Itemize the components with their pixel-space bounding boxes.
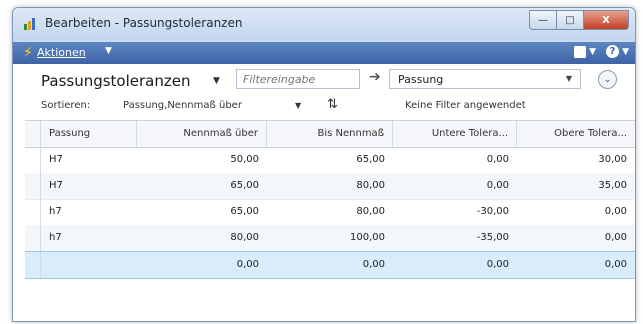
table-row[interactable]: h7 65,00 80,00 -30,00 0,00	[25, 199, 635, 226]
cell-untere-toleranz[interactable]: 0,00	[393, 173, 517, 199]
action-bar-tools: ▼ ? ▼	[574, 45, 629, 58]
table-row[interactable]: H7 65,00 80,00 0,00 35,00	[25, 173, 635, 200]
actions-menu[interactable]: Aktionen	[37, 46, 86, 59]
expand-filter-button[interactable]: ⌄	[598, 70, 617, 89]
row-selector[interactable]	[25, 225, 41, 251]
data-grid: Passung Nennmaß über Bis Nennmaß Untere …	[25, 120, 635, 321]
column-header-bis-nennmass[interactable]: Bis Nennmaß	[267, 121, 393, 147]
cell-nennmass-ueber[interactable]: 80,00	[137, 225, 267, 251]
maximize-button[interactable]: □	[556, 10, 583, 30]
help-caret-icon: ▼	[622, 46, 629, 57]
cell-nennmass-ueber[interactable]: 65,00	[137, 199, 267, 225]
row-selector[interactable]	[25, 252, 41, 278]
cell-obere-toleranz[interactable]: 0,00	[517, 225, 635, 251]
cell-passung[interactable]: H7	[41, 147, 137, 173]
cell-passung[interactable]: H7	[41, 173, 137, 199]
column-header-nennmass-ueber[interactable]: Nennmaß über	[137, 121, 267, 147]
sort-direction-icon[interactable]: ⇅	[327, 97, 338, 112]
grid-header: Passung Nennmaß über Bis Nennmaß Untere …	[25, 121, 635, 148]
sort-label: Sortieren:	[41, 100, 91, 111]
cell-passung[interactable]: h7	[41, 225, 137, 251]
filter-status: Keine Filter angewendet	[405, 100, 526, 111]
cell-obere-toleranz[interactable]: 30,00	[517, 147, 635, 173]
cell-untere-toleranz[interactable]: -35,00	[393, 225, 517, 251]
cell-bis-nennmass[interactable]: 80,00	[267, 199, 393, 225]
actions-caret-icon[interactable]: ▼	[105, 46, 112, 56]
layout-menu-button[interactable]: ▼	[574, 45, 596, 58]
new-entry-row[interactable]: 0,00 0,00 0,00 0,00	[25, 251, 635, 279]
sort-row: Sortieren: Passung,Nennmaß über ▼ ⇅ Kein…	[13, 96, 635, 118]
cell-passung[interactable]	[41, 252, 137, 278]
apply-filter-arrow-icon[interactable]: ➔	[369, 69, 381, 85]
chevron-down-icon: ▼	[565, 74, 572, 83]
row-selector[interactable]	[25, 147, 41, 173]
cell-untere-toleranz[interactable]: -30,00	[393, 199, 517, 225]
cell-passung[interactable]: h7	[41, 199, 137, 225]
cell-bis-nennmass[interactable]: 80,00	[267, 173, 393, 199]
cell-nennmass-ueber[interactable]: 0,00	[137, 252, 267, 278]
window-title: Bearbeiten - Passungstoleranzen	[45, 16, 243, 30]
cell-obere-toleranz[interactable]: 0,00	[517, 252, 635, 278]
row-selector[interactable]	[25, 173, 41, 199]
column-header-passung[interactable]: Passung	[41, 121, 137, 147]
filter-field-value: Passung	[398, 73, 444, 86]
row-selector[interactable]	[25, 199, 41, 225]
sort-field-dropdown[interactable]: Passung,Nennmaß über	[123, 100, 242, 111]
column-header-obere-toleranz[interactable]: Obere Tolera...	[517, 121, 635, 147]
close-button[interactable]: X	[583, 10, 629, 30]
help-icon: ?	[606, 45, 620, 58]
row-selector-header	[25, 121, 41, 147]
cell-obere-toleranz[interactable]: 35,00	[517, 173, 635, 199]
cell-untere-toleranz[interactable]: 0,00	[393, 147, 517, 173]
layout-caret-icon: ▼	[589, 46, 597, 57]
app-window: Bearbeiten - Passungstoleranzen — □ X ⚡ …	[12, 7, 636, 322]
app-icon	[24, 18, 35, 30]
page-title-caret-icon[interactable]: ▼	[213, 76, 220, 86]
layout-icon	[574, 45, 587, 58]
sort-caret-icon[interactable]: ▼	[295, 101, 301, 110]
window-controls: — □ X	[529, 10, 629, 30]
cell-nennmass-ueber[interactable]: 50,00	[137, 147, 267, 173]
lightning-icon: ⚡	[23, 45, 33, 61]
minimize-button[interactable]: —	[529, 10, 556, 30]
expand-chevron-icon: ⌄	[603, 74, 612, 85]
cell-untere-toleranz[interactable]: 0,00	[393, 252, 517, 278]
filter-field-select[interactable]: Passung ▼	[389, 69, 581, 89]
filter-row: Passungstoleranzen ▼ ➔ Passung ▼ ⌄	[13, 64, 635, 96]
cell-nennmass-ueber[interactable]: 65,00	[137, 173, 267, 199]
action-bar: ⚡ Aktionen ▼ ▼ ? ▼	[13, 42, 635, 64]
filter-input[interactable]	[236, 69, 360, 89]
cell-obere-toleranz[interactable]: 0,00	[517, 199, 635, 225]
table-row[interactable]: H7 50,00 65,00 0,00 30,00	[25, 147, 635, 174]
cell-bis-nennmass[interactable]: 0,00	[267, 252, 393, 278]
help-menu-button[interactable]: ? ▼	[606, 45, 629, 58]
title-bar[interactable]: Bearbeiten - Passungstoleranzen — □ X	[13, 8, 635, 40]
column-header-untere-toleranz[interactable]: Untere Tolera...	[393, 121, 517, 147]
page-title[interactable]: Passungstoleranzen	[41, 72, 190, 90]
cell-bis-nennmass[interactable]: 100,00	[267, 225, 393, 251]
list-page: Passungstoleranzen ▼ ➔ Passung ▼ ⌄ Sorti…	[13, 64, 635, 321]
table-row[interactable]: h7 80,00 100,00 -35,00 0,00	[25, 225, 635, 252]
cell-bis-nennmass[interactable]: 65,00	[267, 147, 393, 173]
